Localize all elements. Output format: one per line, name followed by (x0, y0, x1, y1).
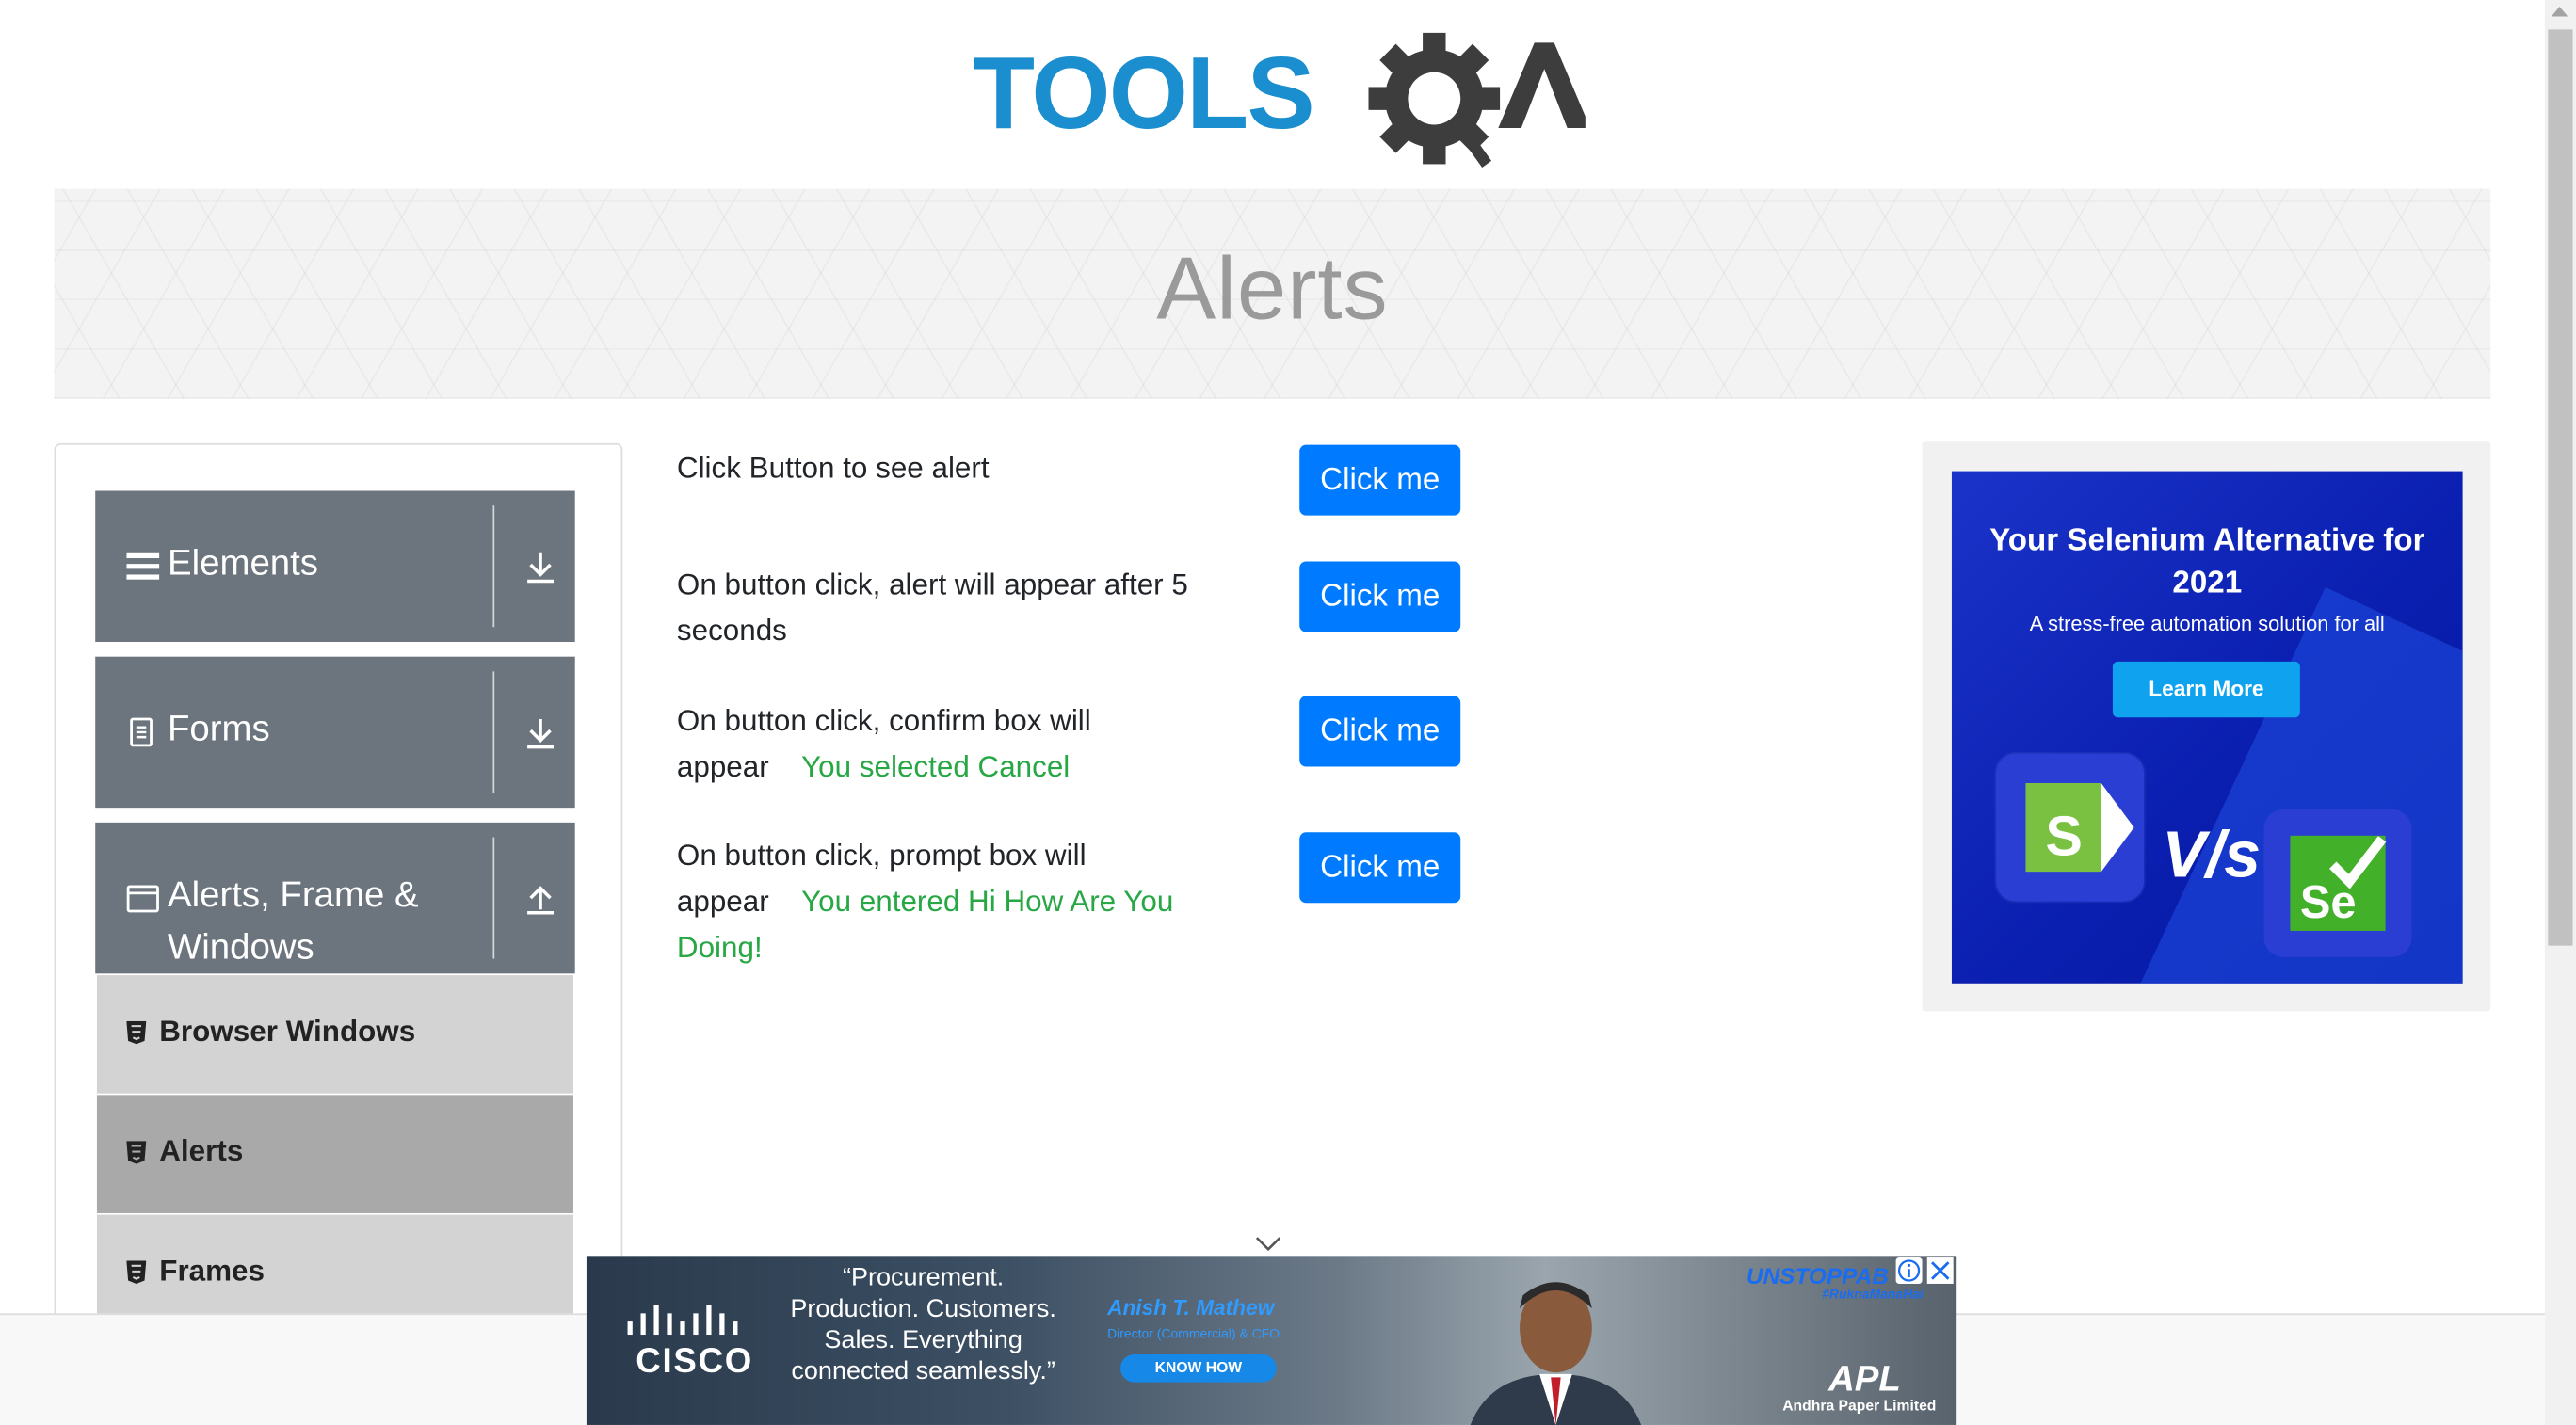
side-ad[interactable]: Your Selenium Alternative for 2021 A str… (1951, 471, 2463, 984)
campaign-hashtag: #RuknaManaHai (1822, 1287, 1924, 1303)
toolsqa-logo[interactable]: TOOLS (969, 23, 1591, 173)
page-banner: Alerts (54, 188, 2491, 399)
prompt-button[interactable]: Click me (1299, 832, 1461, 904)
group-label: Elements (167, 541, 319, 584)
page-title: Alerts (1156, 239, 1389, 339)
html5-icon (126, 1020, 147, 1045)
person-name: Anish T. Mathew (1107, 1295, 1275, 1321)
group-alerts-frame-windows[interactable]: Alerts, Frame & Windows (95, 822, 575, 974)
group-forms[interactable]: Forms (95, 656, 575, 809)
page: TOOLS Alerts Elements Forms Alerts, Fram… (0, 0, 2576, 1425)
divider (492, 837, 495, 959)
person-title: Director (Commercial) & CFO (1107, 1326, 1280, 1342)
divider (492, 671, 495, 793)
ad-subline: A stress-free automation solution for al… (2029, 612, 2385, 636)
confirm-button[interactable]: Click me (1299, 696, 1461, 767)
scroll-up-arrow-icon[interactable] (2551, 6, 2568, 17)
download-arrow-icon (523, 715, 558, 751)
campaign-title: UNSTOPPAB (1746, 1262, 1889, 1289)
person-photo (1457, 1273, 1654, 1425)
html5-icon (126, 1260, 147, 1284)
bottom-ad[interactable]: CISCO “Procurement. Production. Customer… (586, 1256, 1957, 1425)
group-label: Forms (167, 707, 270, 749)
confirm-result: You selected Cancel (801, 750, 1071, 783)
vs-text: V/s (2162, 819, 2262, 892)
divider (492, 505, 495, 628)
alert-button[interactable]: Click me (1299, 444, 1461, 516)
download-arrow-icon (523, 550, 558, 585)
logo-letter-a (1498, 42, 1591, 129)
selenium-logo-icon: Se (2263, 809, 2412, 957)
row-description: Click Button to see alert (676, 451, 990, 485)
alert-row-1-text: Click Button to see alert (677, 445, 1235, 491)
timer-alert-button[interactable]: Click me (1299, 561, 1461, 632)
cisco-wordmark: CISCO (636, 1342, 754, 1381)
left-panel: Elements Forms Alerts, Frame & Windows B… (54, 442, 623, 1367)
html5-icon (126, 1141, 147, 1164)
logo-right-letters: Se (2300, 877, 2357, 928)
katalon-logo-icon: S (1996, 753, 2145, 902)
sidebar-item-label: Browser Windows (159, 1014, 416, 1048)
chevron-down-icon[interactable] (1255, 1231, 1281, 1252)
sidebar-item-alerts[interactable]: Alerts (96, 1095, 573, 1215)
sidebar-item-label: Frames (159, 1254, 266, 1288)
alert-row-3-text: On button click, confirm box will appear… (677, 697, 1169, 790)
group-elements[interactable]: Elements (95, 490, 575, 642)
ad-quote: “Procurement. Production. Customers. Sal… (790, 1264, 1056, 1386)
know-how-button[interactable]: KNOW HOW (1120, 1353, 1277, 1383)
alert-row-4-text: On button click, prompt box will appear … (677, 832, 1202, 970)
logo-graphic: TOOLS (973, 32, 1591, 168)
ad-close-icon[interactable] (1926, 1257, 1954, 1284)
apl-logo: APL (1828, 1357, 1901, 1400)
sidebar-item-browser-windows[interactable]: Browser Windows (96, 975, 573, 1096)
logo-left-letter: S (2045, 805, 2083, 868)
sidebar-item-label: Alerts (159, 1134, 244, 1168)
learn-more-button[interactable]: Learn More (2112, 661, 2300, 718)
upload-arrow-icon (523, 882, 558, 918)
company-name: Andhra Paper Limited (1782, 1397, 1937, 1414)
ad-headline: Your Selenium Alternative for 2021 (1989, 523, 2425, 601)
group-label: Alerts, Frame & Windows (167, 873, 419, 968)
alert-row-2-text: On button click, alert will appear after… (677, 562, 1219, 654)
ad-info-icon[interactable] (1895, 1257, 1923, 1284)
window-icon (126, 882, 159, 915)
row-description: On button click, alert will appear after… (676, 568, 1188, 648)
document-icon (126, 715, 155, 748)
logo-text-tools: TOOLS (973, 36, 1313, 150)
hamburger-icon (126, 550, 160, 583)
gear-magnifier-icon (1368, 32, 1501, 168)
scrollbar-thumb[interactable] (2548, 29, 2573, 946)
